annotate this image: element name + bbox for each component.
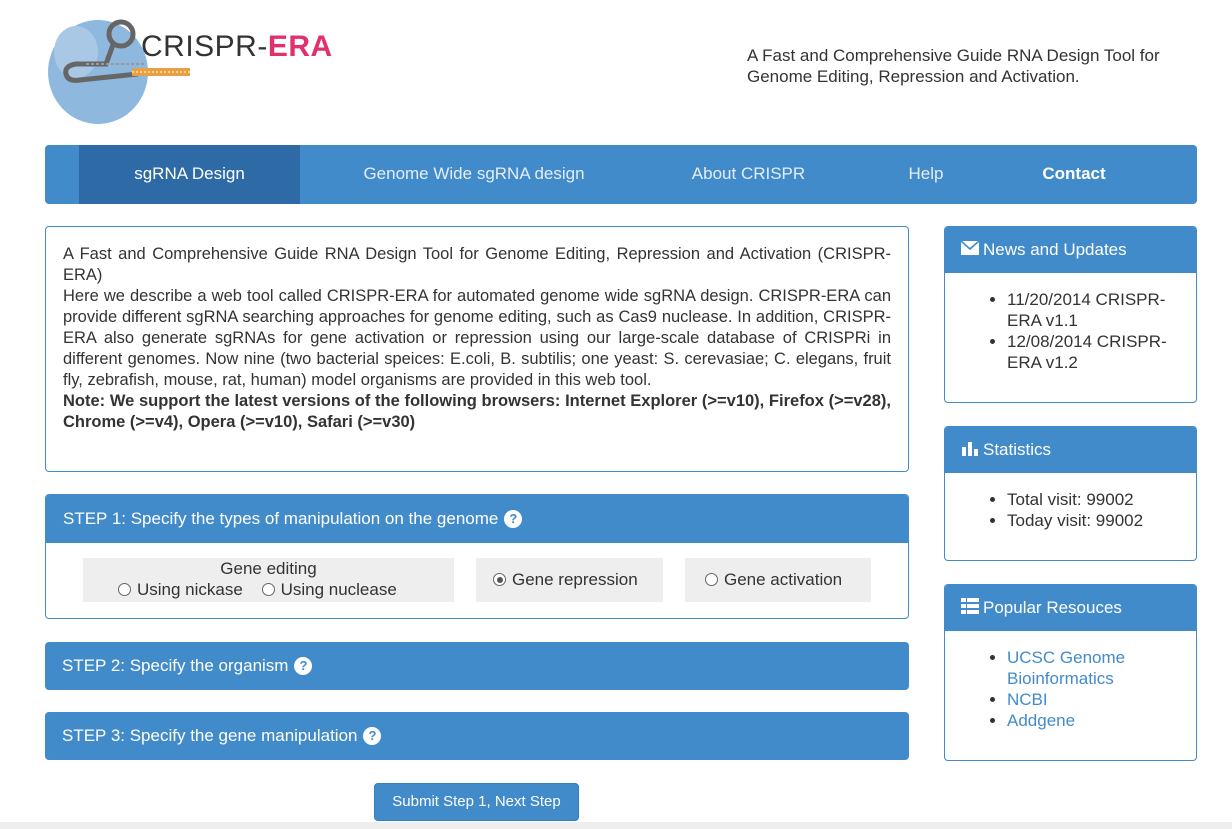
nav-help[interactable]: Help: [885, 145, 967, 204]
gene-editing-label: Gene editing: [220, 559, 317, 578]
statistics-list: Total visit: 99002 Today visit: 99002: [945, 489, 1196, 531]
resources-list: UCSC Genome Bioinformatics NCBI Addgene: [945, 647, 1196, 731]
news-heading: News and Updates: [945, 227, 1196, 273]
step3-panel-heading[interactable]: STEP 3: Specify the gene manipulation ?: [45, 712, 909, 760]
crispr-era-logo[interactable]: CRISPR-ERA: [46, 12, 336, 127]
nav-contact[interactable]: Contact: [1020, 145, 1128, 204]
addgene-link[interactable]: Addgene: [1007, 711, 1075, 730]
list-item: Today visit: 99002: [1007, 510, 1196, 531]
statistics-heading: Statistics: [945, 427, 1196, 473]
step2-panel-heading[interactable]: STEP 2: Specify the organism ?: [45, 642, 909, 690]
list-item: UCSC Genome Bioinformatics: [1007, 647, 1196, 689]
step1-heading: STEP 1: Specify the types of manipulatio…: [46, 495, 908, 543]
browser-support-note: Note: We support the latest versions of …: [63, 392, 891, 431]
question-circle-icon[interactable]: ?: [294, 657, 313, 675]
repression-radio[interactable]: [493, 573, 506, 586]
list-item: 11/20/2014 CRISPR-ERA v1.1: [1007, 289, 1196, 331]
nav-about-crispr[interactable]: About CRISPR: [665, 145, 832, 204]
nav-sgrna-design[interactable]: sgRNA Design: [79, 145, 300, 204]
intro-body: Here we describe a web tool called CRISP…: [63, 287, 891, 389]
list-item: 12/08/2014 CRISPR-ERA v1.2: [1007, 331, 1196, 373]
popular-resources-panel: Popular Resouces UCSC Genome Bioinformat…: [944, 584, 1197, 761]
gene-repression-option[interactable]: Gene repression: [476, 558, 663, 602]
bar-chart-icon: [961, 440, 979, 461]
list-item: NCBI: [1007, 689, 1196, 710]
main-navbar: sgRNA Design Genome Wide sgRNA design Ab…: [45, 145, 1197, 204]
gene-activation-option[interactable]: Gene activation: [685, 558, 871, 602]
ncbi-link[interactable]: NCBI: [1007, 690, 1048, 709]
gene-editing-option-group: Gene editing Using nickase Using nucleas…: [83, 558, 454, 602]
activation-radio[interactable]: [705, 573, 718, 586]
nuclease-radio[interactable]: [261, 583, 275, 596]
header-tagline: A Fast and Comprehensive Guide RNA Desig…: [747, 46, 1160, 86]
logo-title: CRISPR-ERA: [141, 30, 333, 63]
question-circle-icon[interactable]: ?: [363, 727, 382, 745]
using-nuclease-option[interactable]: Using nuclease: [261, 580, 397, 599]
submit-step-button[interactable]: Submit Step 1, Next Step: [374, 783, 579, 821]
list-item: Total visit: 99002: [1007, 489, 1196, 510]
envelope-icon: [960, 240, 980, 260]
news-list: 11/20/2014 CRISPR-ERA v1.1 12/08/2014 CR…: [945, 289, 1196, 373]
popular-resources-heading: Popular Resouces: [945, 585, 1196, 631]
nav-genome-wide-sgrna-design[interactable]: Genome Wide sgRNA design: [345, 145, 603, 204]
question-circle-icon[interactable]: ?: [504, 510, 523, 528]
list-icon: [961, 597, 979, 619]
statistics-panel: Statistics Total visit: 99002 Today visi…: [944, 426, 1197, 561]
page-footer-strip: [0, 822, 1232, 829]
ucsc-genome-link[interactable]: UCSC Genome Bioinformatics: [1007, 648, 1125, 688]
intro-panel: A Fast and Comprehensive Guide RNA Desig…: [45, 226, 909, 472]
news-panel: News and Updates 11/20/2014 CRISPR-ERA v…: [944, 226, 1197, 403]
list-item: Addgene: [1007, 710, 1196, 731]
nickase-radio[interactable]: [118, 583, 131, 596]
intro-title: A Fast and Comprehensive Guide RNA Desig…: [63, 245, 891, 284]
step1-panel: STEP 1: Specify the types of manipulatio…: [45, 494, 909, 619]
using-nickase-option[interactable]: Using nickase: [118, 580, 243, 599]
